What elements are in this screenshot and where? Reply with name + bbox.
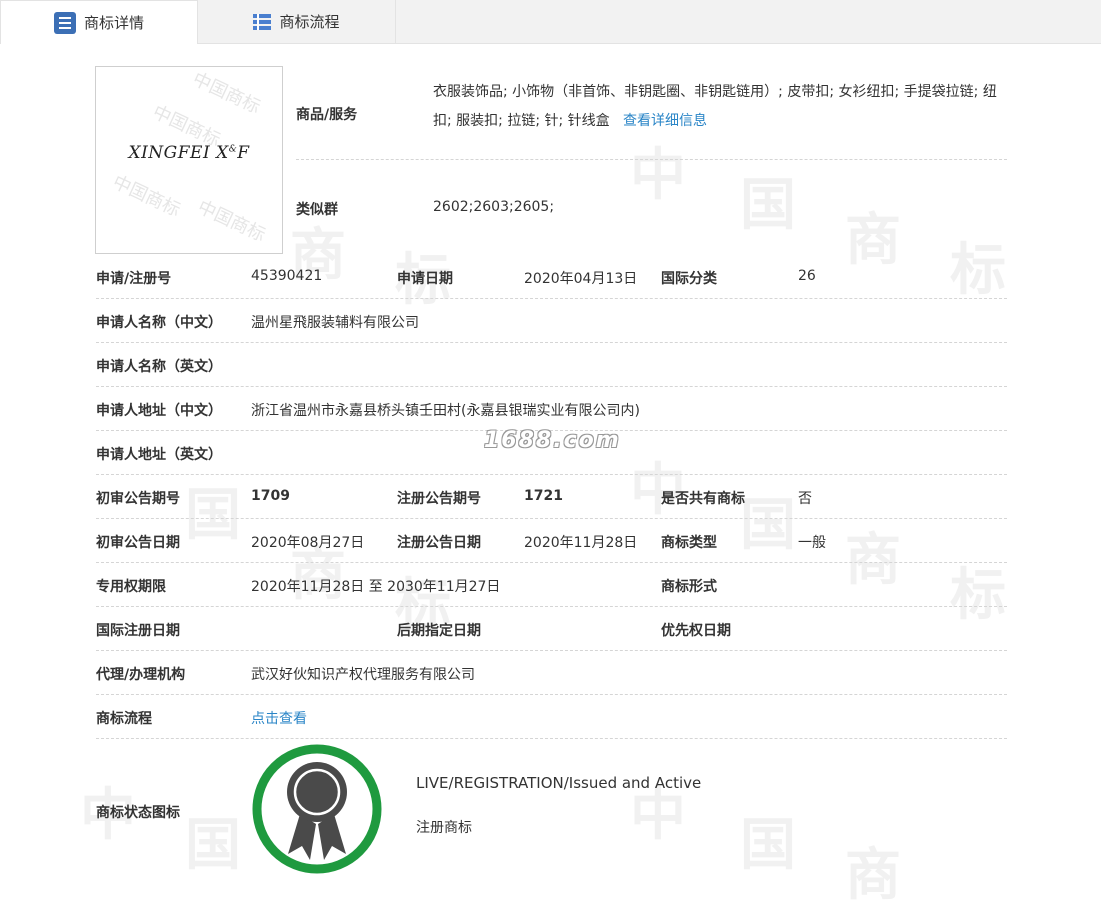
address-cn-value: 浙江省温州市永嘉县桥头镇壬田村(永嘉县银瑞实业有限公司内) [251, 403, 640, 419]
divider [96, 518, 1007, 519]
priority-date-label: 优先权日期 [661, 623, 731, 639]
divider [96, 562, 1007, 563]
background-watermark: 商 [845, 843, 901, 908]
background-watermark: 国 [185, 483, 241, 548]
background-watermark: 国 [185, 813, 241, 878]
reg-no-label: 申请/注册号 [96, 271, 172, 287]
goods-value: 衣服装饰品; 小饰物（非首饰、非钥匙圈、非钥匙链用）; 皮带扣; 女衫纽扣; 手… [433, 84, 997, 129]
divider [96, 738, 1007, 739]
view-details-link[interactable]: 查看详细信息 [623, 113, 707, 129]
background-watermark: 国 [740, 173, 796, 238]
background-watermark: 商 [845, 528, 901, 593]
prelim-no-label: 初审公告期号 [96, 491, 180, 507]
agent-value: 武汉好伙知识产权代理服务有限公司 [251, 667, 475, 683]
shared-label: 是否共有商标 [661, 491, 745, 507]
exclusive-period-label: 专用权期限 [96, 579, 166, 595]
tab-label: 商标流程 [279, 13, 340, 31]
mark-form-label: 商标形式 [661, 579, 717, 595]
reg-no-value: 45390421 [251, 268, 323, 284]
mark-type-value: 一般 [798, 535, 826, 551]
background-watermark: 国 [740, 493, 796, 558]
tab-bar: 商标详情 商标流程 [0, 0, 1101, 44]
reg-pub-date-label: 注册公告日期 [397, 535, 481, 551]
divider [96, 386, 1007, 387]
apply-date-value: 2020年04月13日 [524, 271, 638, 287]
background-watermark: 中 [630, 458, 686, 523]
prelim-date-label: 初审公告日期 [96, 535, 180, 551]
divider [296, 159, 1007, 160]
agent-label: 代理/办理机构 [96, 667, 186, 683]
trademark-logo-text: XINGFEI X&F [128, 143, 250, 163]
divider [96, 474, 1007, 475]
background-watermark: 商 [845, 208, 901, 273]
divider [96, 298, 1007, 299]
status-cn: 注册商标 [416, 820, 472, 836]
applicant-cn-value: 温州星飛服装辅料有限公司 [251, 315, 419, 331]
status-icon-label: 商标状态图标 [96, 805, 180, 821]
intl-class-label: 国际分类 [661, 271, 717, 287]
applicant-cn-label: 申请人名称（中文） [96, 315, 222, 331]
tab-label: 商标详情 [83, 14, 144, 32]
background-watermark: 国 [740, 813, 796, 878]
divider [96, 694, 1007, 695]
exclusive-period-value: 2020年11月28日 至 2030年11月27日 [251, 579, 501, 595]
site-watermark: 1688.com [484, 428, 621, 453]
trademark-image: 中国商标 中国商标 中国商标 中国商标 XINGFEI X&F [95, 66, 283, 254]
list-icon [53, 11, 76, 34]
address-cn-label: 申请人地址（中文） [96, 403, 222, 419]
reg-pub-no-label: 注册公告期号 [397, 491, 481, 507]
intl-reg-date-label: 国际注册日期 [96, 623, 180, 639]
status-en: LIVE/REGISTRATION/Issued and Active [416, 774, 702, 792]
grid-list-icon [253, 13, 272, 30]
background-watermark: 中 [630, 143, 686, 208]
reg-pub-no-value: 1721 [524, 488, 563, 504]
divider [96, 606, 1007, 607]
similar-group-label: 类似群 [296, 202, 338, 218]
view-flow-link[interactable]: 点击查看 [251, 708, 307, 728]
apply-date-label: 申请日期 [397, 271, 453, 287]
later-date-label: 后期指定日期 [397, 623, 481, 639]
applicant-en-label: 申请人名称（英文） [96, 359, 222, 375]
registered-badge-icon [252, 744, 382, 874]
prelim-date-value: 2020年08月27日 [251, 535, 365, 551]
similar-group-value: 2602;2603;2605; [433, 199, 555, 215]
tab-trademark-detail[interactable]: 商标详情 [0, 0, 198, 44]
goods-label: 商品/服务 [296, 107, 358, 123]
divider [96, 342, 1007, 343]
intl-class-value: 26 [798, 268, 816, 284]
address-en-label: 申请人地址（英文） [96, 447, 222, 463]
tab-trademark-flow[interactable]: 商标流程 [198, 0, 396, 43]
background-watermark: 标 [950, 238, 1006, 303]
reg-pub-date-value: 2020年11月28日 [524, 535, 638, 551]
shared-value: 否 [798, 491, 812, 507]
flow-label: 商标流程 [96, 711, 152, 727]
mark-type-label: 商标类型 [661, 535, 717, 551]
prelim-no-value: 1709 [251, 488, 290, 504]
divider [96, 650, 1007, 651]
